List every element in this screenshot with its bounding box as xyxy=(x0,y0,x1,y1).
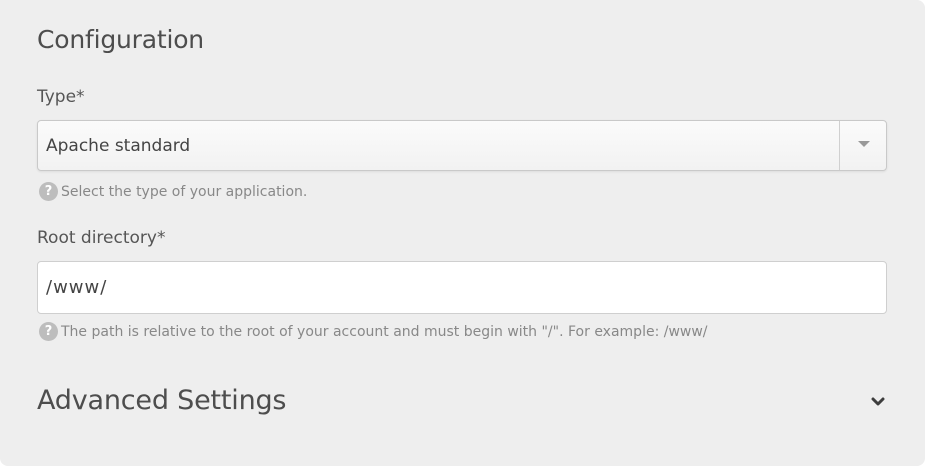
select-divider xyxy=(839,121,840,170)
type-select-value: Apache standard xyxy=(46,136,191,156)
root-directory-input[interactable] xyxy=(37,261,887,314)
configuration-panel: Configuration Type* Apache standard ? Se… xyxy=(0,0,925,466)
type-label: Type* xyxy=(37,87,85,107)
help-icon: ? xyxy=(39,322,58,341)
configuration-title: Configuration xyxy=(37,25,204,54)
root-directory-help: ? The path is relative to the root of yo… xyxy=(39,322,708,341)
dropdown-arrow-icon[interactable] xyxy=(858,141,870,147)
advanced-settings-title: Advanced Settings xyxy=(37,385,287,416)
chevron-down-icon[interactable] xyxy=(871,395,885,409)
root-directory-help-text: The path is relative to the root of your… xyxy=(61,323,708,340)
help-icon: ? xyxy=(39,182,58,201)
advanced-settings-toggle[interactable]: Advanced Settings xyxy=(37,382,897,426)
type-select[interactable]: Apache standard xyxy=(37,120,887,171)
type-help: ? Select the type of your application. xyxy=(39,182,307,201)
root-directory-label: Root directory* xyxy=(37,228,166,248)
type-help-text: Select the type of your application. xyxy=(61,183,308,200)
